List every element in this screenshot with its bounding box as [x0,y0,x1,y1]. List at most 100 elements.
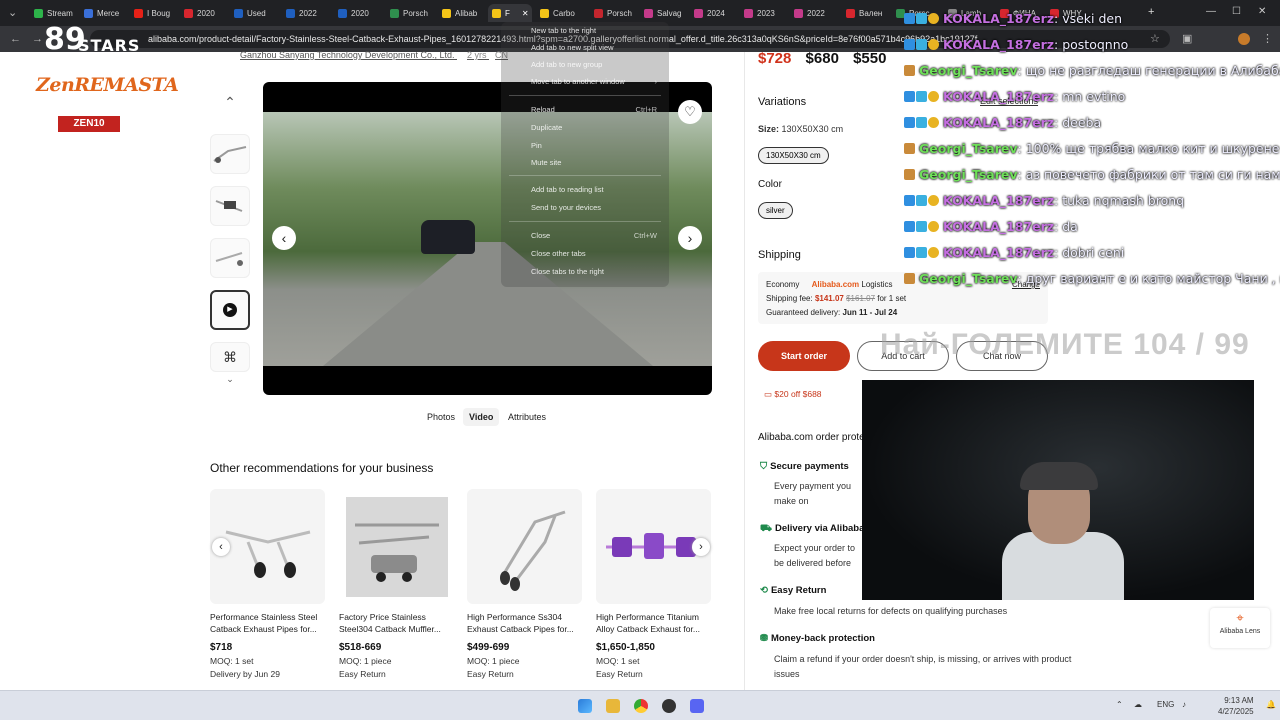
context-menu-item[interactable]: New tab to the right [531,26,596,35]
tab-favicon-icon [234,8,243,18]
notifications-icon[interactable]: 🔔 [1266,700,1276,709]
browser-tab[interactable]: Porsch [386,4,434,22]
minimize-button[interactable]: — [1206,6,1216,17]
chat-message: KOKALA_187erz: tuka nqmash bronq [904,191,1184,211]
thumbnail-video[interactable]: ▶ [210,290,250,330]
tab-favicon-icon [492,8,501,18]
coupon-badge[interactable]: ▭ $20 off $688 [764,389,822,400]
context-menu-item[interactable]: Add tab to new split view [531,43,614,52]
new-tab-button[interactable]: + [1148,5,1154,19]
browser-tab[interactable]: 2023 [740,4,788,22]
thumbnail-image[interactable] [210,134,250,174]
browser-tab[interactable]: Porsch [590,4,638,22]
volume-icon[interactable]: ♪ [1182,700,1186,709]
color-option-chip[interactable]: silver [758,202,793,219]
thumbnail-image[interactable] [210,186,250,226]
context-menu-item[interactable]: Reload [531,105,555,114]
menu-dots-icon[interactable]: ⋮ [1262,32,1273,46]
context-menu-item[interactable]: Close tabs to the right [531,267,604,276]
recommendation-card[interactable]: Performance Stainless Steel Catback Exha… [210,489,325,689]
thumbnail-down-chevron-icon[interactable]: ⌄ [210,372,250,386]
tab-favicon-icon [644,8,653,18]
thumbnail-image[interactable] [210,238,250,278]
tray-app-icon[interactable]: ☁ [1134,700,1142,709]
browser-tab[interactable]: 2020 [334,4,382,22]
supplier-name-link[interactable]: Ganzhou Sanyang Technology Development C… [240,50,508,60]
system-clock[interactable]: 9:13 AM 4/27/2025 [1218,695,1254,717]
browser-tab[interactable]: 2020 [180,4,228,22]
context-menu-item[interactable]: Mute site [531,158,561,167]
start-order-button[interactable]: Start order [758,341,850,371]
media-tab-video[interactable]: Video [463,408,500,426]
tray-chevron-icon[interactable]: ⌃ [1116,700,1123,709]
browser-tab[interactable]: Stream [30,4,78,22]
browser-tab[interactable]: Merce [80,4,128,22]
browser-tab[interactable]: 2022 [282,4,330,22]
recommendation-card[interactable]: High Performance Titanium Alloy Catback … [596,489,711,689]
discord-icon[interactable] [690,699,704,713]
context-menu-item[interactable]: Duplicate [531,123,562,132]
tab-search-icon[interactable]: ⌄ [8,6,17,20]
extensions-icon[interactable]: ▣ [1182,32,1192,46]
start-menu-icon[interactable] [578,699,592,713]
chat-username: KOKALA_187erz [943,115,1055,130]
obs-icon[interactable] [662,699,676,713]
browser-tab[interactable]: Used [230,4,278,22]
context-menu-item[interactable]: Add tab to reading list [531,185,604,194]
chat-badge-icon [928,91,939,102]
lens-icon: ⌖ [1236,610,1244,625]
chat-text: : postoqnno [1054,37,1129,52]
language-indicator[interactable]: ENG [1157,700,1174,709]
browser-tab[interactable]: I Boug [130,4,178,22]
browser-tab[interactable]: F ✕ [488,4,532,22]
recommendation-card[interactable]: High Performance Ss304 Exhaust Catback P… [467,489,582,689]
back-arrow-icon[interactable]: ← [10,32,21,46]
bookmark-star-icon[interactable]: ☆ [1150,32,1160,46]
profile-avatar-icon[interactable] [1238,33,1250,45]
context-menu-item[interactable]: Close [531,231,550,240]
chat-badge-icon [904,221,915,232]
media-tab-photos[interactable]: Photos [421,408,461,426]
context-menu-item[interactable]: Add tab to new group [531,60,602,69]
certificate-icon: ⌘ [223,348,237,365]
browser-tab[interactable]: Salvag [640,4,688,22]
recommendation-card[interactable]: Factory Price Stainless Steel304 Catback… [339,489,454,689]
price-tiers: $728 $680 $550 [758,50,887,67]
thumbnail-image[interactable]: ⌘ [210,342,250,372]
chat-badge-icon [916,13,927,24]
close-window-button[interactable]: ✕ [1258,6,1266,17]
previous-media-button[interactable]: ‹ [272,226,296,250]
carousel-next-button[interactable]: › [692,538,710,556]
chat-text: : dobri ceni [1054,245,1125,260]
context-menu-item[interactable]: Send to your devices [531,203,601,212]
browser-tab[interactable]: Alibab [438,4,486,22]
carousel-prev-button[interactable]: ‹ [212,538,230,556]
browser-tab[interactable]: Вален [842,4,890,22]
size-option-chip[interactable]: 130X50X30 cm [758,147,829,164]
chrome-icon[interactable] [634,699,648,713]
file-explorer-icon[interactable] [606,699,620,713]
media-tab-attributes[interactable]: Attributes [502,408,552,426]
chat-text: : vseki den [1054,11,1123,26]
browser-tab[interactable]: Carbo [536,4,584,22]
thumbnail-up-chevron-icon[interactable]: ⌃ [210,82,250,122]
favorite-heart-icon[interactable]: ♡ [678,100,702,124]
browser-tab[interactable]: 2024 [690,4,738,22]
tab-label: Salvag [657,8,682,18]
context-menu-item[interactable]: Close other tabs [531,249,586,258]
secure-payments-text: Every payment you make on Alibaba.com is… [774,481,852,506]
context-menu-item[interactable]: Move tab to another window [531,77,625,86]
tab-label: Carbo [553,8,575,18]
browser-tab[interactable]: 2022 [790,4,838,22]
alibaba-lens-button[interactable]: ⌖ Alibaba Lens [1210,608,1270,648]
chat-badge-icon [916,117,927,128]
forward-arrow-icon[interactable]: → [32,32,43,46]
chat-badge-icon [928,247,939,258]
coupon-icon: ▭ [764,389,773,399]
chat-username: Georgi_Tsarev [919,63,1018,78]
context-menu-item[interactable]: Pin [531,141,542,150]
maximize-button[interactable]: ☐ [1232,6,1241,17]
chat-message: KOKALA_187erz: postoqnno [904,35,1128,55]
next-media-button[interactable]: › [678,226,702,250]
tab-close-icon[interactable]: ✕ [522,9,529,18]
